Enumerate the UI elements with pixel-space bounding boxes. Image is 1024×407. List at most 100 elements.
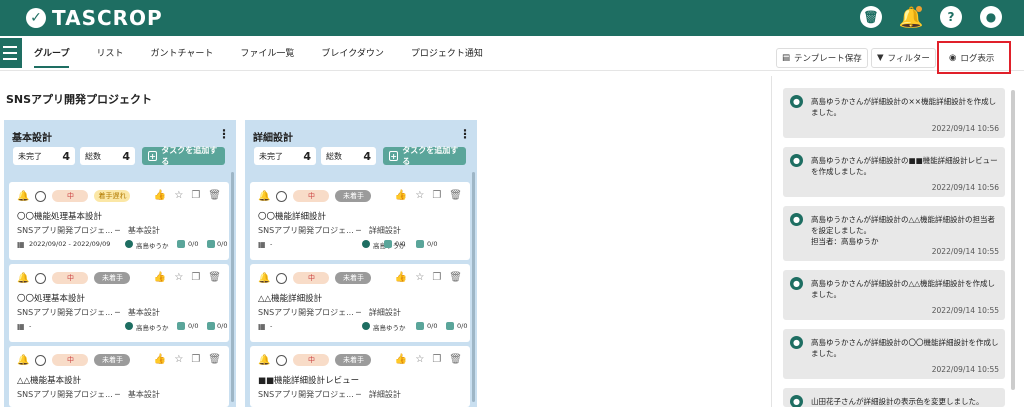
add-task-button[interactable]: + タスクを追加する (142, 146, 225, 166)
copy-icon[interactable]: ❐ (432, 190, 441, 201)
complete-checkbox[interactable] (35, 272, 47, 284)
log-entry: ● 高島ゆうかさんが詳細設計の〇〇機能詳細設計を作成しました。 2022/09/… (783, 329, 1005, 379)
complete-checkbox[interactable] (35, 190, 47, 202)
thumbs-up-icon[interactable]: 👍 (154, 190, 166, 201)
tab-gantt[interactable]: ガントチャート (150, 46, 213, 68)
bell-icon[interactable]: 🔔 (17, 191, 29, 202)
help-icon[interactable]: ? (940, 6, 962, 28)
template-save-button[interactable]: ▤ テンプレート保存 (776, 48, 868, 68)
delete-icon[interactable]: 🗑 (449, 190, 462, 201)
incomplete-count: 未完了 4 (254, 147, 316, 165)
complete-checkbox[interactable] (35, 354, 47, 366)
status-badge: 未着手 (335, 190, 372, 202)
star-icon[interactable]: ☆ (415, 354, 424, 365)
app-logo[interactable]: ✓ TASCROP (26, 6, 163, 30)
tab-breakdown[interactable]: ブレイクダウン (321, 46, 383, 68)
tab-files[interactable]: ファイル一覧 (240, 46, 294, 68)
user-avatar-icon: ● (790, 336, 803, 349)
thumbs-up-icon[interactable]: 👍 (395, 354, 407, 365)
task-card[interactable]: 🔔 中 未着手 👍 ☆ ❐ 🗑 △△機能基本設計 SNSアプリ開発プロジェ... ─ … (9, 346, 229, 407)
hamburger-menu-button[interactable] (0, 38, 22, 68)
add-task-button[interactable]: + タスクを追加する (383, 146, 466, 166)
column-scrollbar[interactable] (231, 172, 234, 402)
task-phase: ─ 基本設計 (115, 390, 160, 399)
delete-icon[interactable]: 🗑 (208, 190, 221, 201)
star-icon[interactable]: ☆ (174, 354, 183, 365)
task-card[interactable]: 🔔 中 着手遅れ 👍 ☆ ❐ 🗑 〇〇機能処理基本設計 SNSアプリ開発プロジェ...… (9, 182, 229, 260)
star-icon[interactable]: ☆ (174, 190, 183, 201)
copy-icon[interactable]: ❐ (191, 190, 200, 201)
tab-list[interactable]: リスト (96, 46, 123, 68)
trash-icon[interactable]: 🗑 (860, 6, 882, 28)
total-count: 総数 4 (80, 147, 135, 165)
priority-badge: 中 (52, 190, 89, 202)
bell-icon[interactable]: 🔔 (258, 191, 270, 202)
copy-icon[interactable]: ❐ (432, 272, 441, 283)
task-name: △△機能基本設計 (17, 376, 82, 386)
task-dates: - (270, 322, 273, 330)
logo-check-icon: ✓ (26, 8, 46, 28)
bell-icon[interactable]: 🔔 (17, 273, 29, 284)
log-timestamp: 2022/09/14 10:55 (931, 365, 999, 374)
log-entry: ● 山田花子さんが詳細設計の表示色を変更しました。 (783, 388, 1005, 407)
log-scrollbar[interactable] (1011, 90, 1015, 390)
copy-icon[interactable]: ❐ (191, 354, 200, 365)
task-phase: ─ 基本設計 (115, 226, 160, 235)
complete-checkbox[interactable] (276, 190, 288, 202)
thumbs-up-icon[interactable]: 👍 (154, 272, 166, 283)
complete-checkbox[interactable] (276, 272, 288, 284)
bell-icon[interactable]: 🔔 (17, 355, 29, 366)
task-card[interactable]: 🔔 中 未着手 👍 ☆ ❐ 🗑 〇〇機能詳細設計 SNSアプリ開発プロジェ... ─ … (250, 182, 470, 260)
subtask-icon (384, 240, 392, 248)
column-menu-icon[interactable]: ⋮ (218, 127, 230, 141)
star-icon[interactable]: ☆ (174, 272, 183, 283)
task-card[interactable]: 🔔 中 未着手 👍 ☆ ❐ 🗑 ■■機能詳細設計レビュー SNSアプリ開発プロジェ..… (250, 346, 470, 407)
column-title: 基本設計 (12, 133, 52, 144)
assignee-name: 高島ゆうか (136, 242, 169, 250)
task-project: SNSアプリ開発プロジェ... (17, 308, 113, 317)
task-name: 〇〇処理基本設計 (17, 294, 86, 304)
priority-badge: 中 (293, 190, 330, 202)
filter-button[interactable]: ▼ フィルター (871, 48, 936, 68)
log-message: 山田花子さんが詳細設計の表示色を変更しました。 (811, 397, 984, 406)
delete-icon[interactable]: 🗑 (208, 354, 221, 365)
user-avatar-icon: ● (790, 213, 803, 226)
user-avatar-icon: ● (790, 277, 803, 290)
bell-icon[interactable]: 🔔 (258, 355, 270, 366)
star-icon[interactable]: ☆ (415, 272, 424, 283)
task-project: SNSアプリ開発プロジェ... (17, 226, 113, 235)
bell-icon[interactable]: 🔔 (258, 273, 270, 284)
column-menu-icon[interactable]: ⋮ (459, 127, 471, 141)
task-name: 〇〇機能処理基本設計 (17, 212, 103, 222)
app-header: ✓ TASCROP 🗑 🔔 ? ● (0, 0, 1024, 36)
subtask-icon (177, 240, 185, 248)
delete-icon[interactable]: 🗑 (208, 272, 221, 283)
user-avatar-icon: ● (790, 95, 803, 108)
delete-icon[interactable]: 🗑 (449, 354, 462, 365)
task-card[interactable]: 🔔 中 未着手 👍 ☆ ❐ 🗑 △△機能詳細設計 SNSアプリ開発プロジェ... ─ … (250, 264, 470, 342)
thumbs-up-icon[interactable]: 👍 (154, 354, 166, 365)
assignee-name: 高島ゆうか (136, 324, 169, 332)
task-project: SNSアプリ開発プロジェ... (258, 390, 354, 399)
task-card[interactable]: 🔔 中 未着手 👍 ☆ ❐ 🗑 〇〇処理基本設計 SNSアプリ開発プロジェ... ─ … (9, 264, 229, 342)
status-badge: 着手遅れ (94, 190, 131, 202)
column-scrollbar[interactable] (472, 172, 475, 402)
template-icon: ▤ (782, 53, 791, 63)
bell-icon[interactable]: 🔔 (899, 5, 924, 29)
document-count: 0/0 (457, 322, 468, 330)
star-icon[interactable]: ☆ (415, 190, 424, 201)
user-avatar-icon: ● (790, 395, 803, 407)
user-icon[interactable]: ● (980, 6, 1002, 28)
tab-group[interactable]: グループ (34, 46, 70, 68)
copy-icon[interactable]: ❐ (191, 272, 200, 283)
complete-checkbox[interactable] (276, 354, 288, 366)
thumbs-up-icon[interactable]: 👍 (395, 190, 407, 201)
tab-notifications[interactable]: プロジェクト通知 (411, 46, 483, 68)
thumbs-up-icon[interactable]: 👍 (395, 272, 407, 283)
total-count: 総数 4 (321, 147, 376, 165)
delete-icon[interactable]: 🗑 (449, 272, 462, 283)
copy-icon[interactable]: ❐ (432, 354, 441, 365)
task-phase: ─ 詳細設計 (356, 390, 401, 399)
view-tabs: グループ リスト ガントチャート ファイル一覧 ブレイクダウン プロジェクト通知 (34, 46, 510, 68)
log-message: 高島ゆうかさんが詳細設計の〇〇機能詳細設計を作成しました。 (811, 338, 999, 358)
